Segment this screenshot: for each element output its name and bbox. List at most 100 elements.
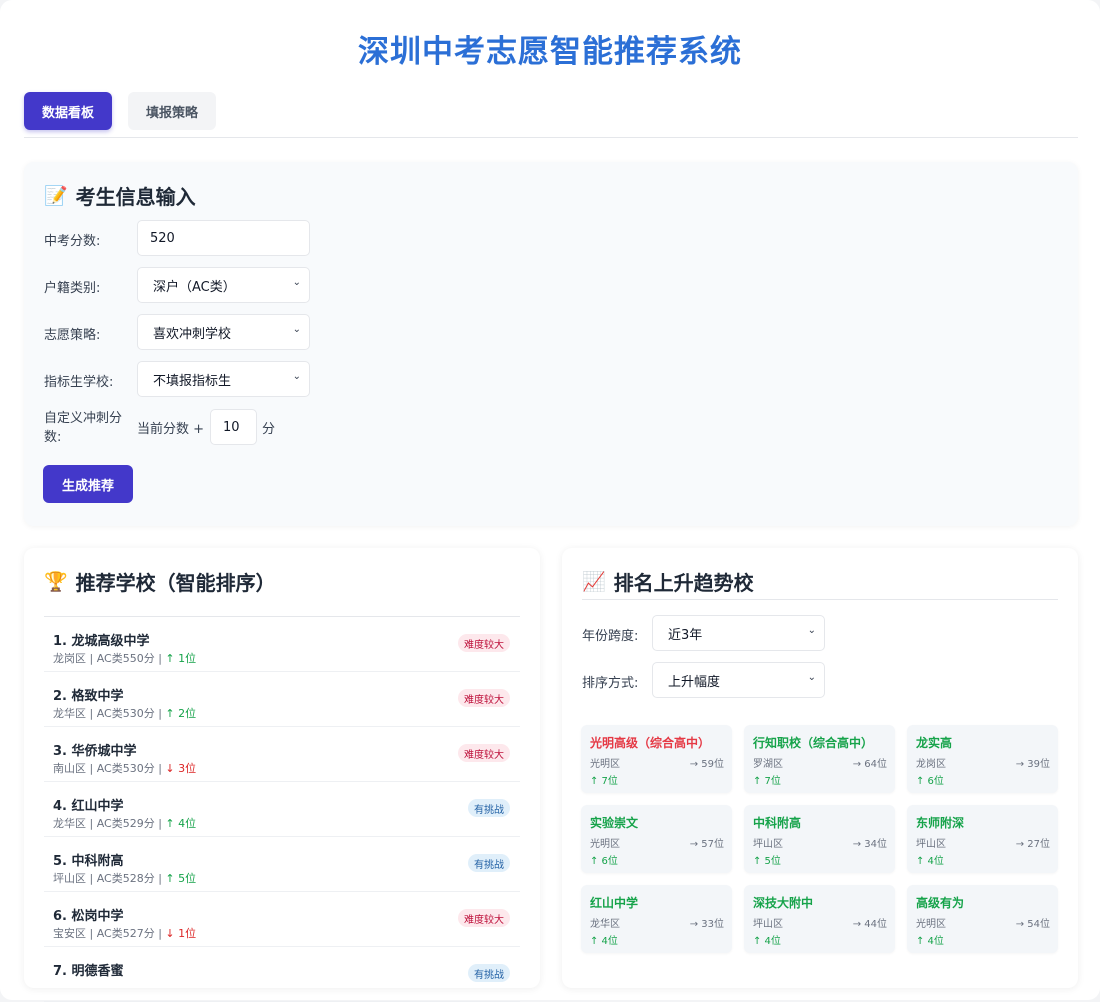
list-item[interactable]: 2. 格致中学 龙华区 | AC类530分 | ↑ 2位 难度较大 bbox=[44, 672, 520, 727]
quota-select[interactable]: 不填报指标生 ⌄ bbox=[137, 361, 310, 397]
trend-rank: → 27位 bbox=[1015, 839, 1050, 850]
tab-strategy[interactable]: 填报策略 bbox=[128, 92, 216, 130]
school-name: 3. 华侨城中学 bbox=[53, 744, 137, 759]
tab-dashboard[interactable]: 数据看板 bbox=[24, 92, 112, 130]
hukou-select-value: 深户（AC类） bbox=[153, 279, 236, 295]
bonus-label: 自定义冲刺分数: bbox=[44, 411, 123, 445]
status-badge: 难度较大 bbox=[458, 909, 510, 927]
rank-change: ↑ 1位 bbox=[165, 652, 197, 665]
school-name: 1. 龙城高级中学 bbox=[53, 634, 150, 649]
school-meta-text: 坪山区 | AC类528分 | bbox=[53, 872, 162, 885]
app-title: 深圳中考志愿智能推荐系统 bbox=[358, 34, 742, 70]
school-name: 2. 格致中学 bbox=[53, 689, 124, 704]
bonus-suffix: 分 bbox=[262, 421, 276, 437]
strategy-select-value: 喜欢冲刺学校 bbox=[153, 326, 232, 342]
student-info-title: 📝 考生信息输入 bbox=[44, 181, 196, 210]
trend-school-name: 龙实高 bbox=[916, 736, 953, 750]
trend-change: ↑ 7位 bbox=[590, 776, 618, 787]
trend-card[interactable]: 行知职校（综合高中） 罗湖区 → 64位 ↑ 7位 bbox=[744, 725, 895, 793]
tab-bar: 数据看板 填报策略 bbox=[24, 92, 1078, 138]
list-item[interactable]: 1. 龙城高级中学 龙岗区 | AC类550分 | ↑ 1位 难度较大 bbox=[44, 617, 520, 672]
sort-label: 排序方式: bbox=[582, 676, 639, 691]
sort-value: 上升幅度 bbox=[668, 674, 721, 690]
status-badge: 难度较大 bbox=[458, 634, 510, 652]
status-badge: 难度较大 bbox=[458, 744, 510, 762]
recommendations-title: 🏆 推荐学校（智能排序） bbox=[44, 567, 276, 596]
trend-card[interactable]: 光明高级（综合高中） 光明区 → 59位 ↑ 7位 bbox=[581, 725, 732, 793]
trend-rank: → 57位 bbox=[689, 839, 724, 850]
school-meta-text: 龙岗区 | AC类550分 | bbox=[53, 652, 162, 665]
trend-card[interactable]: 深技大附中 坪山区 → 44位 ↑ 4位 bbox=[744, 885, 895, 953]
rank-change: ↓ 3位 bbox=[165, 762, 197, 775]
trend-change: ↑ 7位 bbox=[753, 776, 781, 787]
trend-card[interactable]: 龙实高 龙岗区 → 39位 ↑ 6位 bbox=[907, 725, 1058, 793]
trend-rank: → 33位 bbox=[689, 919, 724, 930]
trend-card[interactable]: 东师附深 坪山区 → 27位 ↑ 4位 bbox=[907, 805, 1058, 873]
school-name: 6. 松岗中学 bbox=[53, 909, 124, 924]
trend-card[interactable]: 高级有为 光明区 → 54位 ↑ 4位 bbox=[907, 885, 1058, 953]
trends-title-text: 排名上升趋势校 bbox=[613, 571, 754, 595]
sort-select[interactable]: 上升幅度 ⌄ bbox=[652, 662, 825, 698]
list-item[interactable]: 6. 松岗中学 宝安区 | AC类527分 | ↓ 1位 难度较大 bbox=[44, 892, 520, 947]
chevron-down-icon: ⌄ bbox=[807, 625, 816, 636]
score-input[interactable]: 520 bbox=[137, 220, 310, 256]
school-meta: 龙岗区 | AC类550分 | ↑ 1位 bbox=[53, 650, 196, 666]
trend-school-name: 中科附高 bbox=[753, 816, 802, 830]
recommendations-card: 🏆 推荐学校（智能排序） 1. 龙城高级中学 龙岗区 | AC类550分 | ↑… bbox=[24, 548, 540, 1002]
trend-district: 光明区 bbox=[916, 919, 946, 930]
trends-card: 📈 排名上升趋势校 年份跨度: 近3年 ⌄ 排序方式: 上升幅度 ⌄ 光明高级（… bbox=[562, 548, 1078, 988]
trend-district: 坪山区 bbox=[753, 839, 783, 850]
list-item[interactable]: 3. 华侨城中学 南山区 | AC类530分 | ↓ 3位 难度较大 bbox=[44, 727, 520, 782]
trend-change: ↑ 4位 bbox=[753, 936, 781, 947]
chevron-down-icon: ⌄ bbox=[292, 277, 301, 288]
trend-district: 龙岗区 bbox=[916, 759, 946, 770]
chevron-down-icon: ⌄ bbox=[807, 672, 816, 683]
divider bbox=[582, 599, 1058, 600]
status-badge: 有挑战 bbox=[468, 799, 510, 817]
school-meta-text: 宝安区 | AC类527分 | bbox=[53, 927, 162, 940]
list-item[interactable]: 5. 中科附高 坪山区 | AC类528分 | ↑ 5位 有挑战 bbox=[44, 837, 520, 892]
hukou-select[interactable]: 深户（AC类） ⌄ bbox=[137, 267, 310, 303]
strategy-select[interactable]: 喜欢冲刺学校 ⌄ bbox=[137, 314, 310, 350]
trend-card[interactable]: 中科附高 坪山区 → 34位 ↑ 5位 bbox=[744, 805, 895, 873]
trend-district: 坪山区 bbox=[753, 919, 783, 930]
list-item[interactable]: 7. 明德香蜜 有挑战 bbox=[44, 947, 520, 1002]
trend-rank: → 34位 bbox=[852, 839, 887, 850]
bonus-input[interactable]: 10 bbox=[210, 409, 258, 445]
school-meta: 龙华区 | AC类530分 | ↑ 2位 bbox=[53, 705, 196, 721]
trophy-icon: 🏆 bbox=[44, 571, 68, 593]
year-span-value: 近3年 bbox=[668, 627, 703, 643]
trend-rank: → 54位 bbox=[1015, 919, 1050, 930]
trend-change: ↑ 6位 bbox=[590, 856, 618, 867]
school-meta: 宝安区 | AC类527分 | ↓ 1位 bbox=[53, 925, 196, 941]
bonus-row: 当前分数 + 10 分 bbox=[137, 409, 275, 445]
trend-district: 龙华区 bbox=[590, 919, 620, 930]
rank-change: ↓ 1位 bbox=[165, 927, 197, 940]
trend-district: 光明区 bbox=[590, 839, 620, 850]
generate-button[interactable]: 生成推荐 bbox=[43, 465, 133, 503]
status-badge: 难度较大 bbox=[458, 689, 510, 707]
school-name: 5. 中科附高 bbox=[53, 854, 124, 869]
rank-change: ↑ 5位 bbox=[165, 872, 197, 885]
trend-card[interactable]: 实验崇文 光明区 → 57位 ↑ 6位 bbox=[581, 805, 732, 873]
strategy-label: 志愿策略: bbox=[44, 328, 101, 343]
trend-school-name: 红山中学 bbox=[590, 896, 639, 910]
student-info-title-text: 考生信息输入 bbox=[75, 185, 196, 209]
recommendation-list: 1. 龙城高级中学 龙岗区 | AC类550分 | ↑ 1位 难度较大 2. 格… bbox=[44, 616, 520, 1002]
app-page: 深圳中考志愿智能推荐系统 数据看板 填报策略 📝 考生信息输入 中考分数: 52… bbox=[0, 0, 1100, 1002]
trend-change: ↑ 5位 bbox=[753, 856, 781, 867]
school-meta: 南山区 | AC类530分 | ↓ 3位 bbox=[53, 760, 196, 776]
status-badge: 有挑战 bbox=[468, 854, 510, 872]
year-span-select[interactable]: 近3年 ⌄ bbox=[652, 615, 825, 651]
trend-change: ↑ 4位 bbox=[590, 936, 618, 947]
trend-district: 坪山区 bbox=[916, 839, 946, 850]
trend-card[interactable]: 红山中学 龙华区 → 33位 ↑ 4位 bbox=[581, 885, 732, 953]
year-span-label: 年份跨度: bbox=[582, 629, 639, 644]
quota-label: 指标生学校: bbox=[44, 375, 114, 390]
school-meta-text: 龙华区 | AC类530分 | bbox=[53, 707, 162, 720]
trend-change: ↑ 4位 bbox=[916, 936, 944, 947]
trend-school-name: 深技大附中 bbox=[753, 896, 814, 910]
score-label: 中考分数: bbox=[44, 234, 101, 249]
trend-district: 罗湖区 bbox=[753, 759, 783, 770]
list-item[interactable]: 4. 红山中学 龙华区 | AC类529分 | ↑ 4位 有挑战 bbox=[44, 782, 520, 837]
